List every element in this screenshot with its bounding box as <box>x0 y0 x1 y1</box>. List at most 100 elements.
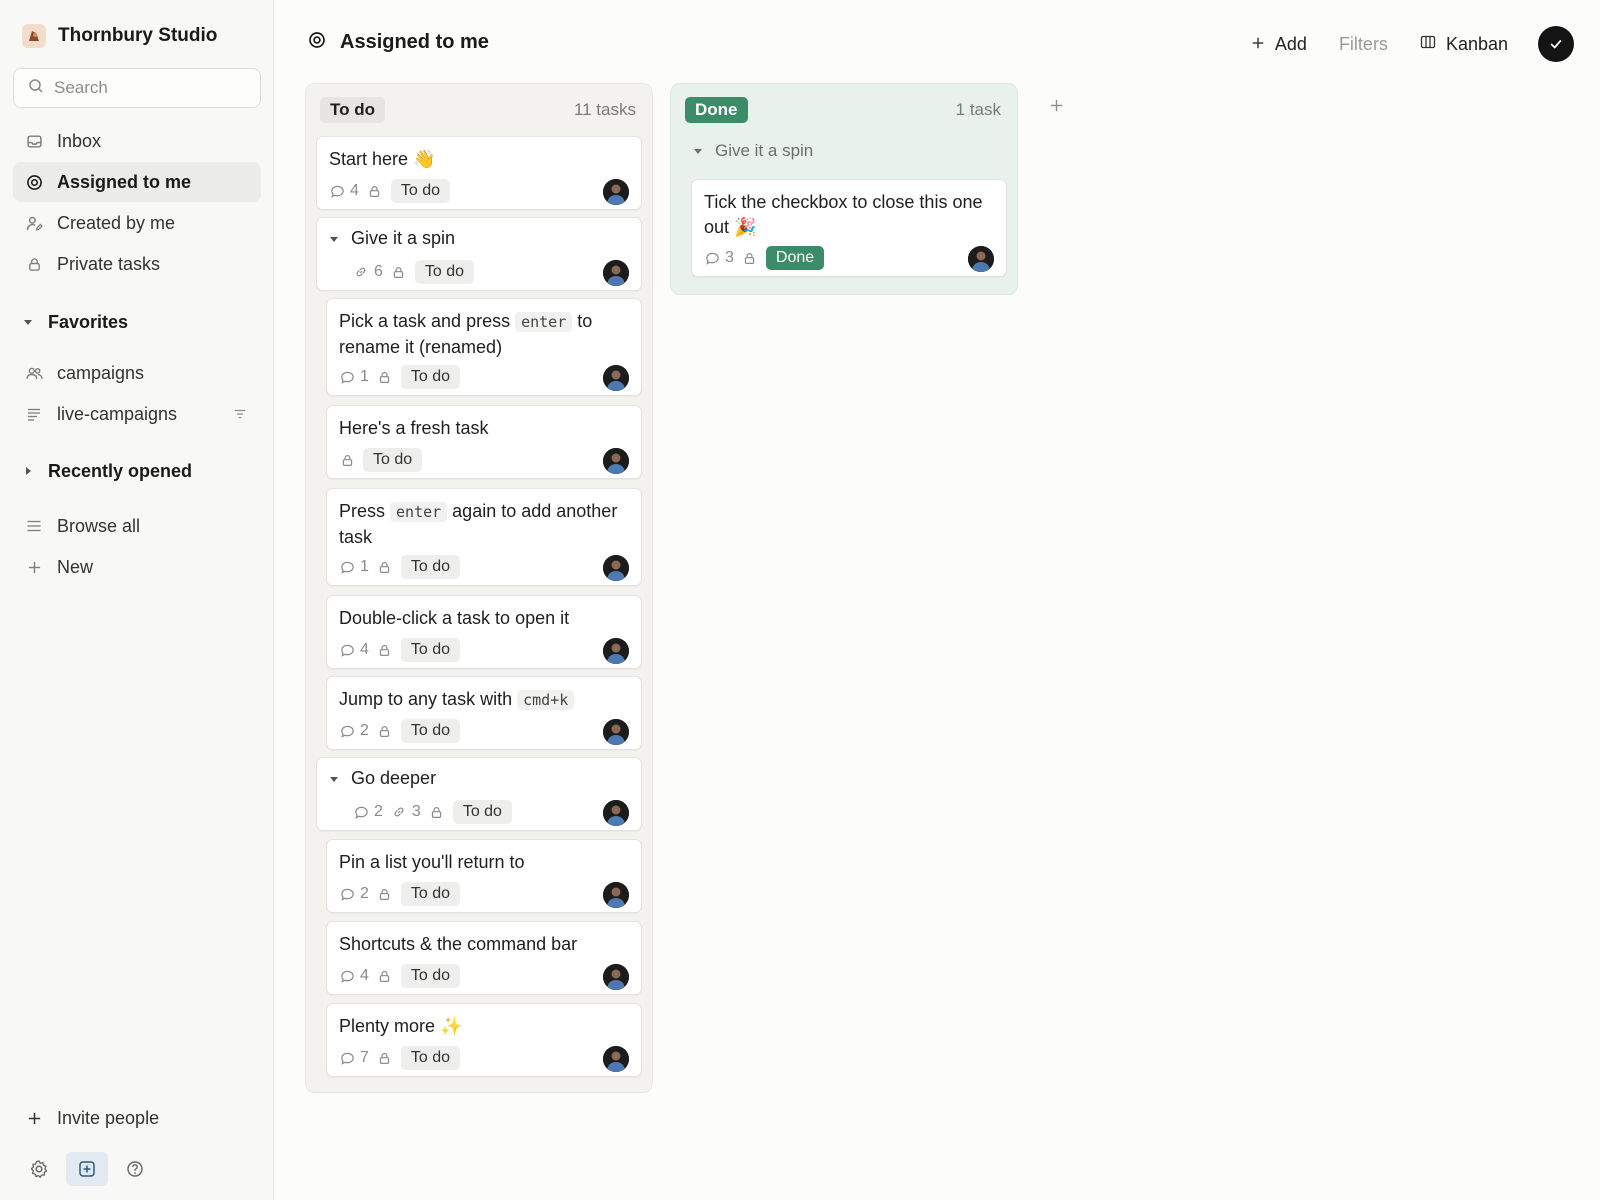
users-icon <box>25 364 43 382</box>
task-meta: 2 To do <box>339 719 461 743</box>
lock-icon <box>742 250 758 266</box>
task-card[interactable]: Shortcuts & the command bar 4 To do <box>326 921 642 995</box>
avatar[interactable] <box>603 260 629 286</box>
task-group-header[interactable]: Give it a spin <box>693 141 813 161</box>
add-button[interactable]: Add <box>1251 34 1307 55</box>
help-icon[interactable] <box>118 1152 152 1186</box>
plus-square-icon[interactable] <box>66 1152 108 1186</box>
status-badge[interactable]: To do <box>452 800 512 824</box>
view-switcher-label: Kanban <box>1445 33 1508 54</box>
invite-people-label: Invite people <box>57 1107 160 1128</box>
task-card[interactable]: Tick the checkbox to close this one out … <box>691 179 1007 277</box>
avatar[interactable] <box>603 179 629 205</box>
inbox-icon <box>25 132 43 150</box>
task-meta: 4 To do <box>329 179 451 203</box>
comment-count: 4 <box>329 182 359 200</box>
avatar[interactable] <box>603 882 629 908</box>
sidebar-item-created-by-me[interactable]: Created by me <box>13 203 261 243</box>
task-group-title: Give it a spin <box>715 141 814 160</box>
status-badge[interactable]: To do <box>363 448 423 472</box>
task-card[interactable]: Double-click a task to open it 4 To do <box>326 595 642 669</box>
sidebar-item-assigned-to-me[interactable]: Assigned to me <box>13 162 261 202</box>
lock-icon <box>391 264 407 280</box>
task-card[interactable]: Press enter again to add another task 1 … <box>326 488 642 586</box>
link-count: 6 <box>353 263 383 281</box>
comment-count: 2 <box>339 722 369 740</box>
filter-icon[interactable] <box>233 405 247 426</box>
favorites-section-toggle[interactable]: Favorites <box>22 307 128 337</box>
columns-icon <box>1420 34 1436 55</box>
status-badge[interactable]: To do <box>400 719 461 743</box>
sidebar-item-browse-all[interactable]: Browse all <box>13 506 261 546</box>
comment-count: 2 <box>339 885 369 903</box>
task-card[interactable]: Pin a list you'll return to 2 To do <box>326 839 642 913</box>
task-group-card[interactable]: Give it a spin 6 To do <box>316 217 642 291</box>
plus-icon <box>1049 98 1064 118</box>
task-card[interactable]: Start here 👋 4 To do <box>316 136 642 210</box>
avatar[interactable] <box>603 1046 629 1072</box>
status-badge[interactable]: To do <box>400 638 461 662</box>
status-badge[interactable]: To do <box>400 1046 461 1070</box>
avatar[interactable] <box>968 246 994 272</box>
sidebar-item-new[interactable]: New <box>13 547 261 587</box>
add-button-label: Add <box>1274 33 1307 54</box>
lock-icon <box>377 886 393 902</box>
task-group-header[interactable]: Give it a spin <box>329 228 455 249</box>
status-badge[interactable]: Done <box>765 246 825 270</box>
status-badge[interactable]: To do <box>400 555 461 579</box>
status-badge[interactable]: To do <box>400 882 461 906</box>
filters-button[interactable]: Filters <box>1339 34 1388 55</box>
avatar[interactable] <box>603 719 629 745</box>
lock-icon <box>339 452 355 468</box>
target-icon <box>25 173 43 191</box>
status-badge[interactable]: To do <box>390 179 451 203</box>
task-title: Double-click a task to open it <box>339 608 570 628</box>
sidebar-item-inbox[interactable]: Inbox <box>13 121 261 161</box>
task-card[interactable]: Plenty more ✨ 7 To do <box>326 1003 642 1077</box>
lock-icon <box>429 804 445 820</box>
search-box[interactable] <box>13 68 261 108</box>
task-title: Here's a fresh task <box>339 418 489 438</box>
comment-count: 2 <box>353 803 383 821</box>
add-column-button[interactable] <box>1044 96 1068 120</box>
caret-down-icon <box>693 141 703 161</box>
task-group-header[interactable]: Go deeper <box>329 768 436 789</box>
filters-button-label: Filters <box>1338 33 1388 54</box>
gear-icon[interactable] <box>22 1152 56 1186</box>
search-input[interactable] <box>54 78 244 98</box>
recently-opened-section-toggle[interactable]: Recently opened <box>22 456 192 486</box>
comment-icon <box>339 642 355 658</box>
avatar[interactable] <box>603 964 629 990</box>
task-group-card[interactable]: Go deeper 2 3 To do <box>316 757 642 831</box>
task-title: Press enter again to add another task <box>339 501 618 547</box>
invite-people-button[interactable]: Invite people <box>13 1098 261 1138</box>
status-badge[interactable]: To do <box>400 964 461 988</box>
avatar[interactable] <box>603 638 629 664</box>
avatar[interactable] <box>603 555 629 581</box>
task-title: Shortcuts & the command bar <box>339 934 578 954</box>
kanban-column-done: Done 1 task Give it a spin Tick the chec… <box>670 83 1018 295</box>
comment-icon <box>353 804 369 820</box>
sidebar-item-label: campaigns <box>57 362 145 383</box>
avatar[interactable] <box>603 448 629 474</box>
check-icon[interactable] <box>1538 26 1574 62</box>
task-card[interactable]: Pick a task and press enter to rename it… <box>326 298 642 396</box>
avatar[interactable] <box>603 800 629 826</box>
view-switcher-button[interactable]: Kanban <box>1420 34 1508 55</box>
avatar[interactable] <box>603 365 629 391</box>
comment-icon <box>339 968 355 984</box>
workspace-switcher[interactable]: Thornbury Studio <box>22 22 217 50</box>
task-meta: 2 To do <box>339 882 461 906</box>
task-card[interactable]: Here's a fresh task To do <box>326 405 642 479</box>
task-card[interactable]: Jump to any task with cmd+k 2 To do <box>326 676 642 750</box>
sidebar-item-live-campaigns[interactable]: live-campaigns <box>13 394 261 434</box>
sidebar-item-campaigns[interactable]: campaigns <box>13 353 261 393</box>
status-badge[interactable]: To do <box>414 260 475 284</box>
plus-icon <box>25 558 43 576</box>
plus-icon <box>25 1109 43 1127</box>
sidebar-item-private-tasks[interactable]: Private tasks <box>13 244 261 284</box>
task-meta: 1 To do <box>339 365 461 389</box>
column-header: To do 11 tasks <box>320 96 636 124</box>
comment-icon <box>339 886 355 902</box>
status-badge[interactable]: To do <box>400 365 461 389</box>
